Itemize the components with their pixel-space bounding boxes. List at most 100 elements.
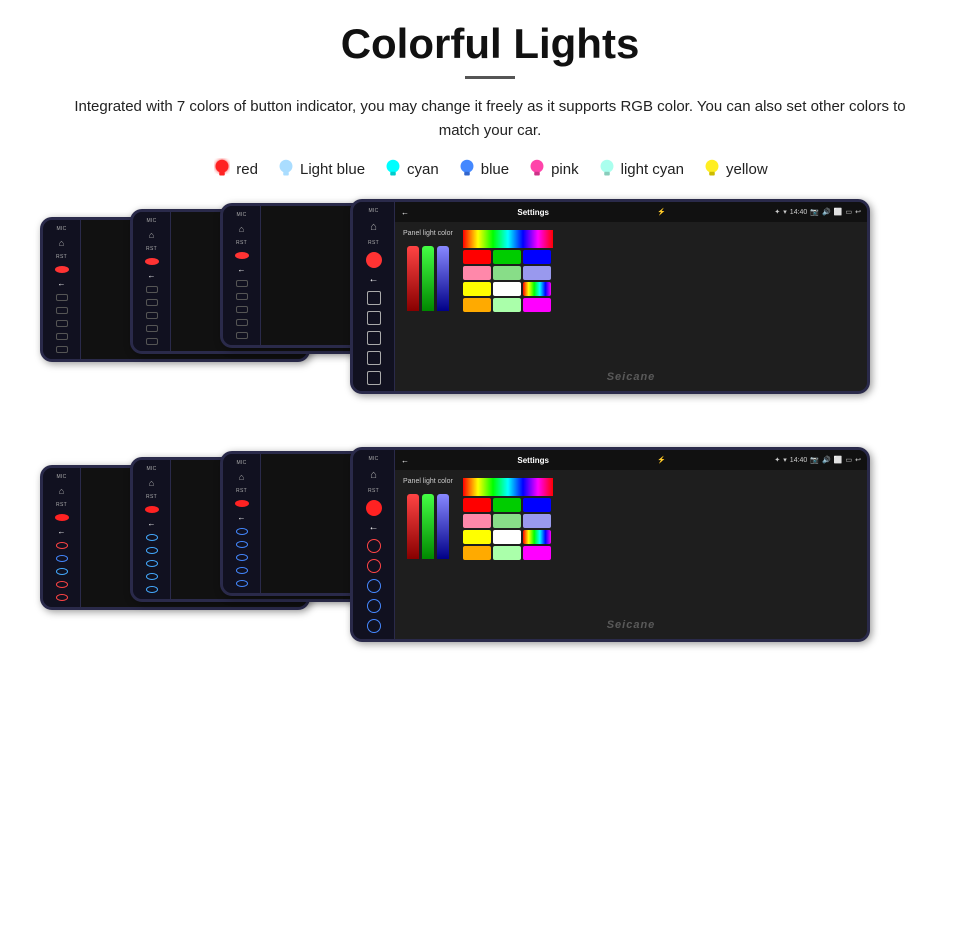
ring-e2 [367,559,381,573]
panel-light-label-bottom: Panel light color [403,478,453,485]
wifi-icon-b: ▾ [783,456,787,464]
status-icons: ✦ ▾ 14:40 📷 🔊 ⬜ ▭ ↩ [774,208,861,216]
power-f2-button[interactable] [366,500,382,516]
cell-lavender[interactable] [523,266,551,280]
cell-b-magenta[interactable] [523,546,551,560]
power-button[interactable] [55,266,69,273]
cell-b-yellow[interactable] [463,530,491,544]
power-b3-button[interactable] [55,514,69,521]
watermark-bottom: Seicane [607,619,656,631]
home-btn-b[interactable]: ← [401,456,409,465]
icon10 [146,338,158,345]
status-icons-b: ✦ ▾ 14:40 📷 🔊 ⬜ ▭ ↩ [774,456,861,464]
cell-b-green[interactable] [493,498,521,512]
power-button3[interactable] [235,252,249,259]
color-grid-bottom-grid [463,498,553,560]
icon2 [56,307,68,314]
rst-b2-label: RST [146,494,157,500]
cell-magenta[interactable] [523,298,551,312]
mic-label3: MIC [236,212,246,218]
cell-mint[interactable] [493,298,521,312]
rainbow-bar-bottom [463,478,553,496]
icon9 [146,325,158,332]
rainbow-bar-top [463,230,553,248]
page-title: Colorful Lights [341,20,640,68]
color-indicators-row: red Light blue cyan blue [212,157,767,181]
cell-red[interactable] [463,250,491,264]
bulb-icon-blue [457,157,477,181]
icon1 [56,294,68,301]
color-grid-section-bottom [463,478,553,631]
cell-b-rainbow[interactable] [523,530,551,544]
cell-b-mint[interactable] [493,546,521,560]
cell-b-orange[interactable] [463,546,491,560]
icon6 [146,286,158,293]
color-label-red: red [236,161,258,178]
title-divider [465,76,515,79]
icon3 [56,320,68,327]
color-item-lightblue: Light blue [276,157,365,181]
settings-title-b: Settings [517,456,549,465]
color-item-yellow: yellow [702,157,768,181]
camera-icon: 📷 [810,208,819,216]
arrow-b3-icon: ← [58,527,66,536]
cell-orange[interactable] [463,298,491,312]
icon5 [56,346,68,353]
back-icon-b: ↩ [855,456,861,464]
watermark-top: Seicane [607,371,656,383]
ring-d3 [236,554,248,561]
color-label-lightblue: Light blue [300,161,365,178]
bottom-device-group: MIC ⌂ RST ← MIC ⌂ RST [40,447,940,672]
cell-pink[interactable] [463,266,491,280]
arrow-icon: ← [55,279,69,288]
power-front-button[interactable] [366,252,382,268]
cell-blue[interactable] [523,250,551,264]
bulb-icon-yellow [702,157,722,181]
cell-white[interactable] [493,282,521,296]
btn1 [367,291,381,305]
power-b2-button[interactable] [145,506,159,513]
screen-header-top: ← Settings ⚡ ✦ ▾ 14:40 📷 🔊 ⬜ ▭ ↩ [395,202,867,222]
icon8 [146,312,158,319]
camera-icon-b: 📷 [810,456,819,464]
top-device-group: MIC ⌂ RST ← MIC ⌂ RST [40,199,940,424]
arrow-b2-icon: ← [148,519,156,528]
cell-yellow[interactable] [463,282,491,296]
rst-b1-label: RST [236,488,247,494]
settings-title: Settings [517,208,549,217]
home-btn[interactable]: ← [401,208,409,217]
cell-b-white[interactable] [493,530,521,544]
bar-blue-bottom [437,494,449,559]
rst-label2: RST [146,246,157,252]
rst-f2-label: RST [368,488,379,494]
power-button2[interactable] [145,258,159,265]
mic-front-label: MIC [368,208,378,214]
device-front-top: MIC ⌂ RST ← ← Settings ⚡ [350,199,870,394]
home-icon3: ⌂ [235,224,249,234]
color-grid-top-grid [463,250,553,312]
wifi-icon: ▾ [783,208,787,216]
cell-b-lavender[interactable] [523,514,551,528]
cell-rainbow[interactable] [523,282,551,296]
back-icon: ↩ [855,208,861,216]
mic-f2-label: MIC [368,456,378,462]
mic-b2-label: MIC [146,466,156,472]
cell-b-pink[interactable] [463,514,491,528]
rst-label3: RST [236,240,247,246]
color-grid-section-top [463,230,553,383]
cell-b-red[interactable] [463,498,491,512]
home-b3-icon: ⌂ [55,486,69,496]
cell-b-lightgreen[interactable] [493,514,521,528]
bar-blue-top [437,246,449,311]
bulb-icon-lightcyan [597,157,617,181]
bar-green-bottom [422,494,434,559]
power-b1-button[interactable] [235,500,249,507]
time-display-b: 14:40 [790,457,808,464]
color-item-blue: blue [457,157,509,181]
cell-green[interactable] [493,250,521,264]
cell-lightgreen[interactable] [493,266,521,280]
cell-b-blue[interactable] [523,498,551,512]
sidebar-back3-bottom: MIC ⌂ RST ← [43,468,81,607]
ring-b2 [56,555,68,562]
color-bars-bottom [407,489,449,559]
